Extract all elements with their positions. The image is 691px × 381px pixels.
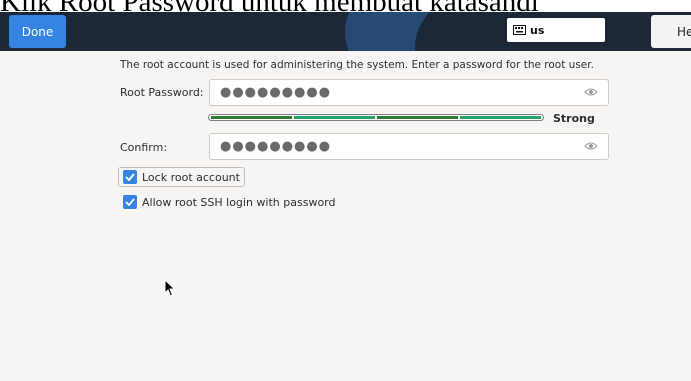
strength-label: Strong bbox=[553, 112, 595, 125]
strength-segment bbox=[294, 116, 375, 119]
reveal-password-icon[interactable] bbox=[584, 140, 598, 152]
allow-ssh-label: Allow root SSH login with password bbox=[142, 195, 336, 209]
checkmark-icon bbox=[125, 198, 135, 206]
confirm-password-field[interactable]: ●●●●●●●●● bbox=[209, 133, 609, 160]
keyboard-icon bbox=[513, 25, 526, 35]
mouse-pointer-icon bbox=[164, 279, 176, 297]
reveal-password-icon[interactable] bbox=[584, 86, 598, 98]
allow-ssh-checkbox-row[interactable]: Allow root SSH login with password bbox=[123, 195, 336, 209]
strength-segment bbox=[460, 116, 541, 119]
help-button-label: Help bbox=[677, 24, 691, 39]
description-text: The root account is used for administeri… bbox=[120, 59, 594, 71]
done-button[interactable]: Done bbox=[9, 15, 66, 48]
root-password-field[interactable]: ●●●●●●●●● bbox=[209, 79, 609, 106]
lock-root-label: Lock root account bbox=[142, 170, 240, 184]
root-password-value: ●●●●●●●●● bbox=[220, 85, 332, 100]
strength-segment bbox=[377, 116, 458, 119]
strength-segment bbox=[211, 116, 292, 119]
help-button[interactable]: Help bbox=[651, 15, 691, 48]
confirm-label: Confirm: bbox=[120, 141, 168, 154]
header-bar: Done us Help bbox=[0, 12, 691, 51]
password-strength-meter bbox=[208, 114, 544, 121]
main-content: The root account is used for administeri… bbox=[0, 51, 691, 381]
confirm-password-value: ●●●●●●●●● bbox=[220, 139, 332, 154]
keyboard-layout-indicator[interactable]: us bbox=[507, 18, 605, 42]
keyboard-layout-label: us bbox=[530, 23, 545, 37]
root-password-label: Root Password: bbox=[120, 86, 204, 99]
allow-ssh-checkbox[interactable] bbox=[123, 195, 137, 209]
lock-root-checkbox[interactable] bbox=[123, 170, 137, 184]
checkmark-icon bbox=[125, 173, 135, 181]
lock-root-checkbox-row[interactable]: Lock root account bbox=[118, 167, 245, 187]
